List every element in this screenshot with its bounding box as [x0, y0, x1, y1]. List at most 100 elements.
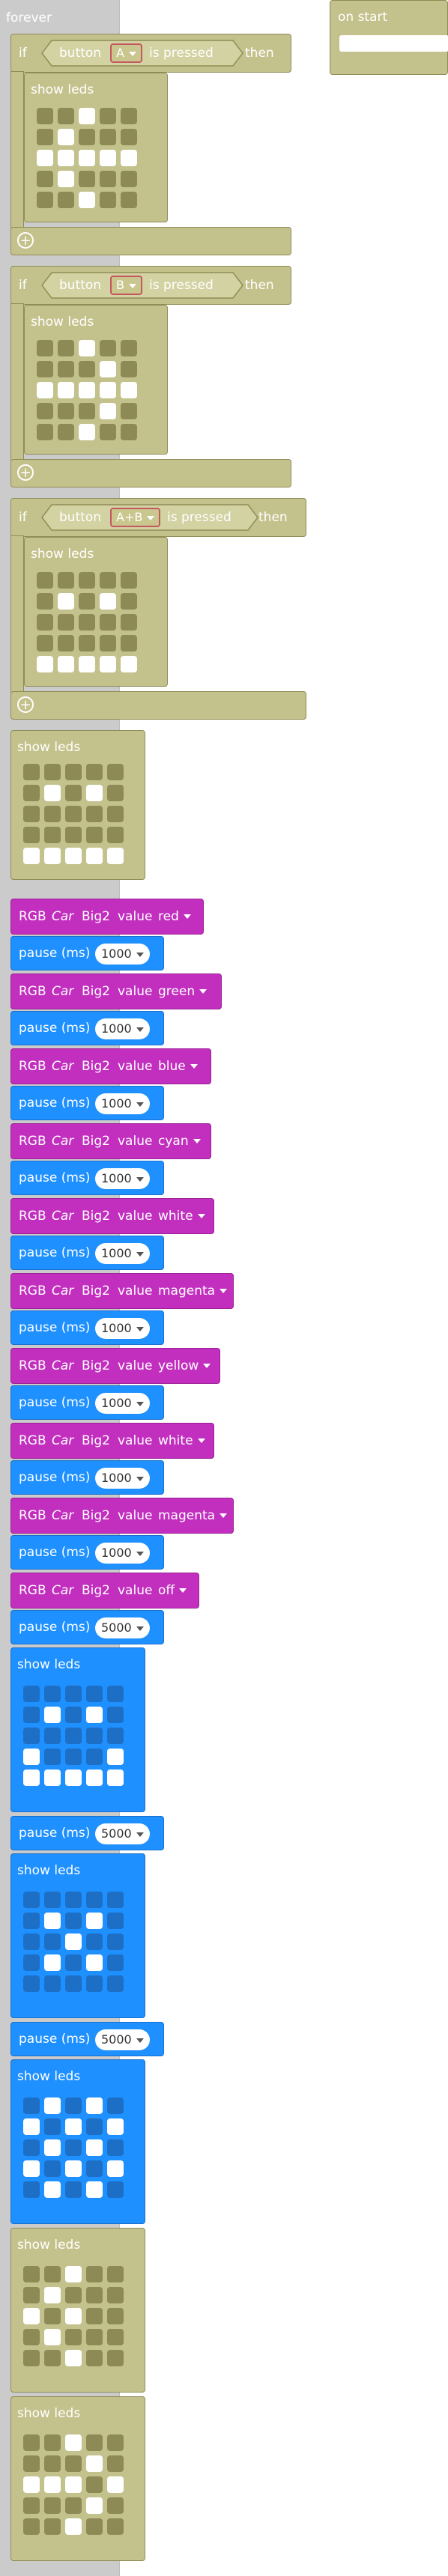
led-3-4[interactable]	[121, 635, 137, 651]
led-0-4[interactable]	[121, 572, 137, 589]
led-1-4[interactable]	[121, 129, 137, 145]
pause-block[interactable]: pause (ms) 1000	[10, 1460, 164, 1495]
led-1-3[interactable]	[86, 1707, 103, 1723]
pause-duration-dropdown[interactable]: 1000	[95, 1168, 150, 1189]
led-4-4[interactable]	[107, 848, 124, 864]
led-0-4[interactable]	[107, 1686, 124, 1702]
led-4-1[interactable]	[44, 2181, 61, 2198]
led-1-1[interactable]	[44, 2455, 61, 2472]
led-2-2[interactable]	[65, 2308, 82, 2324]
led-1-1[interactable]	[44, 2118, 61, 2135]
led-3-3[interactable]	[100, 171, 116, 187]
led-0-3[interactable]	[100, 340, 116, 356]
led-2-0[interactable]	[23, 806, 40, 822]
led-1-0[interactable]	[23, 2118, 40, 2135]
led-1-0[interactable]	[37, 361, 53, 377]
led-1-0[interactable]	[23, 2455, 40, 2472]
color-dropdown[interactable]: off	[158, 1585, 187, 1597]
led-1-2[interactable]	[65, 2455, 82, 2472]
led-2-4[interactable]	[107, 806, 124, 822]
led-1-1[interactable]	[44, 1707, 61, 1723]
pause-duration-dropdown[interactable]: 1000	[95, 1318, 150, 1339]
led-3-3[interactable]	[100, 635, 116, 651]
led-2-0[interactable]	[23, 2476, 40, 2493]
led-4-3[interactable]	[86, 2181, 103, 2198]
rgb-car-block[interactable]: RGB Car Big2 value off	[10, 1573, 199, 1609]
led-0-1[interactable]	[44, 2266, 61, 2282]
pause-block[interactable]: pause (ms) 1000	[10, 1086, 164, 1120]
led-2-4[interactable]	[107, 1933, 124, 1950]
led-3-2[interactable]	[65, 1954, 82, 1971]
led-3-2[interactable]	[65, 827, 82, 843]
led-4-2[interactable]	[65, 1975, 82, 1992]
led-1-1[interactable]	[44, 785, 61, 801]
led-4-4[interactable]	[107, 2518, 124, 2535]
led-4-3[interactable]	[86, 2350, 103, 2366]
led-2-3[interactable]	[86, 2139, 103, 2156]
led-1-2[interactable]	[79, 593, 95, 610]
show-leds-block[interactable]: show leds	[10, 1647, 145, 1812]
led-1-0[interactable]	[23, 785, 40, 801]
pause-block[interactable]: pause (ms) 5000	[10, 1816, 164, 1850]
led-4-0[interactable]	[23, 1770, 40, 1786]
button-pressed-condition[interactable]: button A+B is pressed	[41, 504, 258, 531]
led-1-3[interactable]	[86, 1913, 103, 1929]
led-1-1[interactable]	[58, 361, 74, 377]
pause-duration-dropdown[interactable]: 5000	[95, 2029, 150, 2050]
led-2-0[interactable]	[23, 2308, 40, 2324]
pause-block[interactable]: pause (ms) 5000	[10, 1610, 164, 1644]
led-1-0[interactable]	[37, 129, 53, 145]
button-dropdown[interactable]: A+B	[110, 508, 161, 527]
led-4-0[interactable]	[23, 1975, 40, 1992]
led-0-3[interactable]	[86, 2266, 103, 2282]
led-3-0[interactable]	[37, 635, 53, 651]
led-3-0[interactable]	[23, 2160, 40, 2177]
led-4-0[interactable]	[37, 192, 53, 208]
show-leds-block[interactable]: show leds	[10, 2059, 145, 2224]
led-matrix[interactable]	[23, 2266, 124, 2366]
pause-duration-dropdown[interactable]: 1000	[95, 1018, 150, 1039]
led-0-3[interactable]	[86, 1892, 103, 1908]
led-3-4[interactable]	[121, 171, 137, 187]
led-4-4[interactable]	[107, 2181, 124, 2198]
led-1-2[interactable]	[65, 2118, 82, 2135]
led-0-2[interactable]	[65, 764, 82, 780]
led-1-0[interactable]	[37, 593, 53, 610]
led-1-0[interactable]	[23, 1707, 40, 1723]
led-3-1[interactable]	[58, 403, 74, 419]
led-0-4[interactable]	[121, 340, 137, 356]
led-0-4[interactable]	[107, 764, 124, 780]
led-2-0[interactable]	[37, 614, 53, 631]
led-matrix[interactable]	[23, 2097, 124, 2198]
led-4-2[interactable]	[65, 2350, 82, 2366]
led-0-1[interactable]	[44, 2097, 61, 2114]
led-2-2[interactable]	[65, 1933, 82, 1950]
led-2-1[interactable]	[44, 2476, 61, 2493]
led-3-1[interactable]	[44, 1954, 61, 1971]
pause-block[interactable]: pause (ms) 1000	[10, 1236, 164, 1270]
led-2-3[interactable]	[86, 1728, 103, 1744]
led-1-2[interactable]	[65, 2287, 82, 2303]
pause-block[interactable]: pause (ms) 1000	[10, 936, 164, 970]
led-3-1[interactable]	[58, 635, 74, 651]
led-0-4[interactable]	[107, 2434, 124, 2451]
pause-duration-dropdown[interactable]: 1000	[95, 1393, 150, 1414]
rgb-car-block[interactable]: RGB Car Big2 value cyan	[10, 1123, 211, 1159]
led-1-3[interactable]	[86, 785, 103, 801]
led-1-4[interactable]	[107, 2287, 124, 2303]
led-4-2[interactable]	[65, 2181, 82, 2198]
led-matrix[interactable]	[37, 108, 137, 208]
show-leds-block[interactable]: show leds	[10, 730, 145, 880]
pause-block[interactable]: pause (ms) 1000	[10, 1535, 164, 1570]
led-matrix[interactable]	[23, 1892, 124, 1992]
if-block-2[interactable]: if button Bis pressed then show leds +	[10, 266, 291, 490]
led-4-3[interactable]	[100, 192, 116, 208]
on-start-block[interactable]: on start	[330, 0, 448, 75]
add-else-button[interactable]: +	[17, 464, 34, 481]
led-3-4[interactable]	[107, 1954, 124, 1971]
led-4-1[interactable]	[44, 2518, 61, 2535]
led-0-2[interactable]	[65, 2434, 82, 2451]
led-4-4[interactable]	[107, 1770, 124, 1786]
led-3-0[interactable]	[37, 171, 53, 187]
led-1-0[interactable]	[23, 2287, 40, 2303]
